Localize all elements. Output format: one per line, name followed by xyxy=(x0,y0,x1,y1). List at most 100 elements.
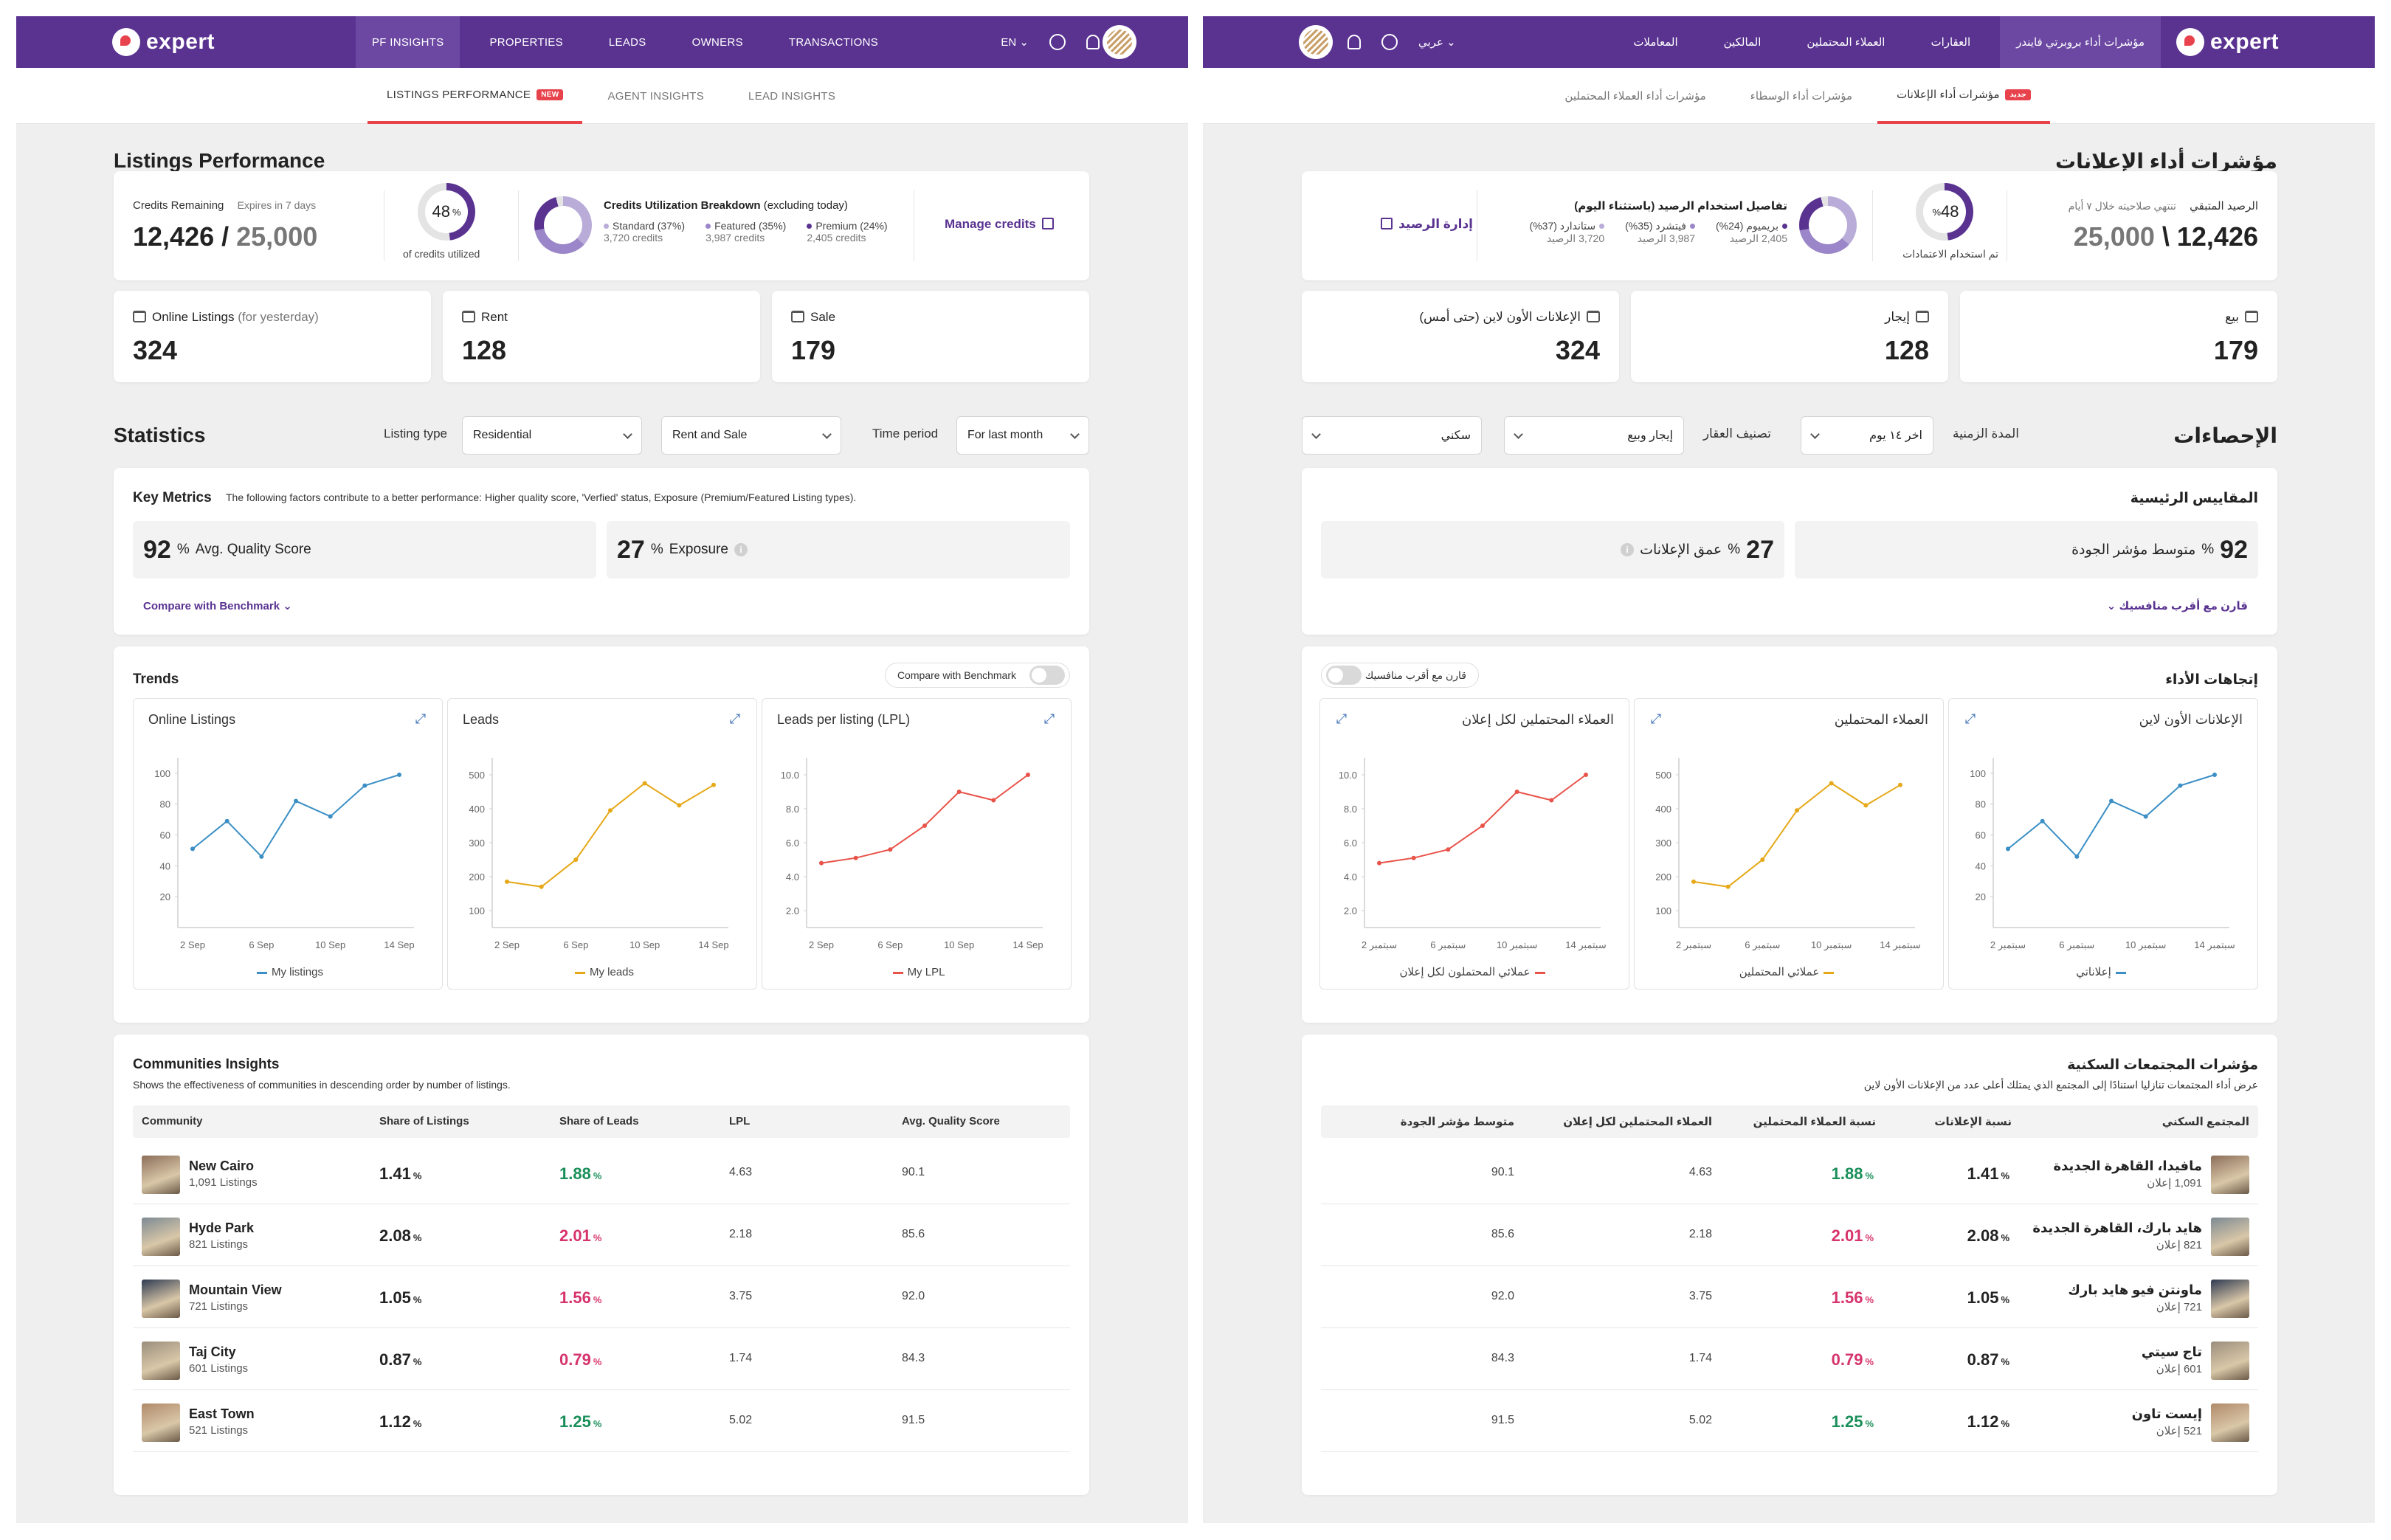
nav-owners[interactable]: OWNERS xyxy=(676,16,759,68)
community-name[interactable]: مافيدا، القاهرة الجديدة xyxy=(2054,1159,2202,1174)
table-row[interactable]: ماونتن فيو هايد بارك 721 إعلان 1.05% 1.56% 3… xyxy=(1321,1266,2258,1328)
info-icon[interactable]: i xyxy=(734,543,748,556)
tab-lead-insights[interactable]: مؤشرات أداء العملاء المحتملين xyxy=(1545,68,1725,124)
sub-nav: LISTINGS PERFORMANCE NEW AGENT INSIGHTS L… xyxy=(16,68,1188,124)
community-name[interactable]: Mountain View xyxy=(189,1282,282,1298)
toggle-switch[interactable] xyxy=(1029,666,1065,685)
communities-desc: عرض أداء المجتمعات تنازليا استنادًا إلى … xyxy=(1863,1079,2258,1091)
y-tick-label: 60 xyxy=(160,830,170,841)
y-tick-label: 20 xyxy=(1976,891,1986,902)
table-row[interactable]: مافيدا، القاهرة الجديدة 1,091 إعلان 1.41% 1… xyxy=(1321,1142,2258,1204)
language-selector[interactable]: عربي ⌄ xyxy=(1418,35,1456,49)
manage-credits-link[interactable]: Manage credits xyxy=(945,217,1054,232)
data-point xyxy=(1480,823,1485,828)
expand-icon[interactable]: ⤢ xyxy=(1964,712,1977,725)
table-row[interactable]: تاج سيتي 601 إعلان 0.87% 0.79% 1.74 84.3 xyxy=(1321,1328,2258,1390)
toggle-switch[interactable] xyxy=(1326,666,1362,685)
listing-type-select[interactable]: Residential xyxy=(462,416,642,455)
table-row[interactable]: هايد بارك، القاهرة الجديدة 821 إعلان 2.08%… xyxy=(1321,1204,2258,1266)
brand-logo[interactable]: expert xyxy=(112,28,215,56)
credits-card: الرصيد المتبقي تنتهي صلاحيته خلال ٧ أيام… xyxy=(1302,171,2277,280)
nav-transactions[interactable]: المعاملات xyxy=(1617,16,1694,68)
data-point xyxy=(1411,855,1416,860)
line-chart: 10.0 8.0 6.0 4.0 2.0 2 سبتمبر 6 سبتمبر 10 سبتمب… xyxy=(1339,758,1607,951)
community-thumbnail xyxy=(2211,1403,2249,1442)
community-name[interactable]: إيست تاون xyxy=(2132,1406,2202,1422)
brand-logo[interactable]: expert xyxy=(2176,28,2279,56)
tab-listings-performance[interactable]: LISTINGS PERFORMANCE NEW xyxy=(368,68,583,124)
tab-agent-insights[interactable]: AGENT INSIGHTS xyxy=(588,68,723,124)
y-tick-label: 2.0 xyxy=(1344,905,1357,916)
chart-online-listings: Online Listings ⤢ 100 80 60 40 20 2 Sep 6 Sep 10 … xyxy=(133,698,443,990)
table-row[interactable]: New Cairo 1,091 Listings 1.41% 1.88% 4.63 90… xyxy=(133,1142,1070,1204)
expand-icon[interactable]: ⤢ xyxy=(1335,712,1348,725)
new-badge: NEW xyxy=(536,89,564,100)
nav-transactions[interactable]: TRANSACTIONS xyxy=(773,16,894,68)
category-select[interactable]: Rent and Sale xyxy=(661,416,841,455)
community-thumbnail xyxy=(142,1156,180,1194)
expand-icon[interactable]: ⤢ xyxy=(414,712,427,725)
quality-value: 91.5 xyxy=(902,1414,925,1426)
data-point xyxy=(853,855,858,860)
listing-type-select[interactable]: سكني xyxy=(1302,416,1482,455)
table-row[interactable]: Mountain View 721 Listings 1.05% 1.56% 3.75… xyxy=(133,1266,1070,1328)
community-listings: 821 Listings xyxy=(189,1238,249,1251)
benchmark-toggle[interactable]: قارن مع أقرب منافسيك xyxy=(1321,663,1479,688)
breakdown-legend: Standard (37%) 3,720 credits Featured (35… xyxy=(604,220,888,244)
table-row[interactable]: East Town 521 Listings 1.12% 1.25% 5.02 91.5 xyxy=(133,1390,1070,1452)
data-point xyxy=(642,781,647,786)
bell-icon[interactable] xyxy=(1086,35,1100,49)
manage-credits-link[interactable]: إدارة الرصيد xyxy=(1381,217,1473,232)
table-row[interactable]: Taj City 601 Listings 0.87% 0.79% 1.74 84.3 xyxy=(133,1328,1070,1390)
tab-lead-insights[interactable]: LEAD INSIGHTS xyxy=(729,68,855,124)
expand-icon[interactable]: ⤢ xyxy=(1649,712,1663,725)
category-select[interactable]: إيجار وبيع xyxy=(1504,416,1684,455)
data-point xyxy=(2074,854,2080,859)
data-point xyxy=(1898,782,1902,787)
x-tick-label: 14 Sep xyxy=(384,939,414,950)
compare-benchmark-link[interactable]: قارن مع أقرب منافسيك ⌄ xyxy=(2107,599,2248,612)
benchmark-toggle[interactable]: Compare with Benchmark xyxy=(884,663,1070,688)
time-period-select[interactable]: اخر ١٤ يوم xyxy=(1801,416,1933,455)
nav-properties[interactable]: PROPERTIES xyxy=(473,16,579,68)
community-name[interactable]: Taj City xyxy=(189,1344,236,1360)
data-point xyxy=(573,857,579,862)
community-thumbnail xyxy=(2211,1156,2249,1194)
lpl-value: 4.63 xyxy=(1688,1166,1712,1178)
avatar[interactable] xyxy=(1103,25,1136,59)
community-name[interactable]: تاج سيتي xyxy=(2142,1344,2202,1360)
community-name[interactable]: ماونتن فيو هايد بارك xyxy=(2068,1282,2202,1298)
chart-title: العملاء المحتملين لكل إعلان xyxy=(1462,712,1614,727)
nav-leads[interactable]: LEADS xyxy=(593,16,663,68)
table-row[interactable]: إيست تاون 521 إعلان 1.12% 1.25% 5.02 91.5 xyxy=(1321,1390,2258,1452)
community-name[interactable]: هايد بارك، القاهرة الجديدة xyxy=(2032,1220,2202,1236)
community-name[interactable]: East Town xyxy=(189,1406,255,1422)
avatar[interactable] xyxy=(1299,25,1333,59)
compare-benchmark-link[interactable]: Compare with Benchmark ⌄ xyxy=(143,599,292,612)
nav-pf-insights[interactable]: مؤشرات أداء بروبرتي فايندر xyxy=(2000,16,2161,68)
header-share-leads: Share of Leads xyxy=(559,1115,639,1128)
share-of-listings: 0.87% xyxy=(1967,1350,2009,1369)
time-period-select[interactable]: For last month xyxy=(956,416,1089,455)
community-name[interactable]: Hyde Park xyxy=(189,1220,254,1236)
nav-leads[interactable]: العملاء المحتملين xyxy=(1790,16,1901,68)
expand-icon[interactable]: ⤢ xyxy=(728,712,742,725)
language-selector[interactable]: EN ⌄ xyxy=(1001,35,1029,49)
bell-icon[interactable] xyxy=(1348,35,1361,49)
y-tick-label: 100 xyxy=(1970,768,1986,779)
data-point xyxy=(2143,814,2148,819)
gear-icon[interactable] xyxy=(1049,34,1066,50)
info-icon[interactable]: i xyxy=(1621,543,1635,556)
statistics-title: Statistics xyxy=(114,424,206,446)
nav-owners[interactable]: المالكين xyxy=(1708,16,1778,68)
tab-listings-performance[interactable]: جديد مؤشرات أداء الإعلانات xyxy=(1877,68,2050,124)
lpl-value: 5.02 xyxy=(729,1414,753,1426)
table-row[interactable]: Hyde Park 821 Listings 2.08% 2.01% 2.18 85.6 xyxy=(133,1204,1070,1266)
trends-title: إتجاهات الأداء xyxy=(2165,672,2258,688)
tab-agent-insights[interactable]: مؤشرات أداء الوسطاء xyxy=(1731,68,1871,124)
gear-icon[interactable] xyxy=(1381,34,1398,50)
nav-pf-insights[interactable]: PF INSIGHTS xyxy=(356,16,460,68)
nav-properties[interactable]: العقارات xyxy=(1914,16,1987,68)
community-name[interactable]: New Cairo xyxy=(189,1159,254,1174)
expand-icon[interactable]: ⤢ xyxy=(1043,712,1056,725)
